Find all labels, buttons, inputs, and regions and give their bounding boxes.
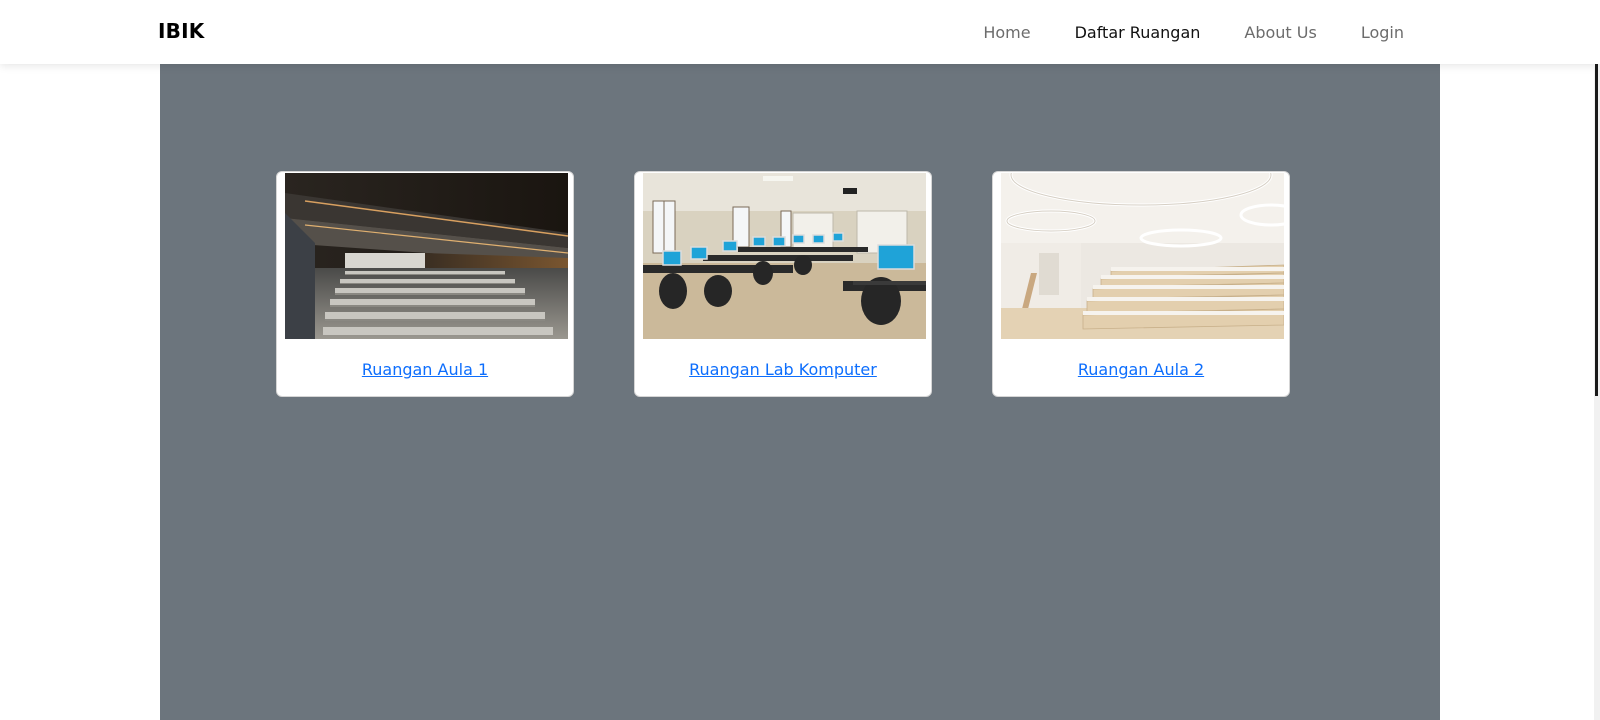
room-link-lab-komputer[interactable]: Ruangan Lab Komputer	[635, 360, 931, 379]
nav-link-home[interactable]: Home	[961, 23, 1052, 42]
navbar: IBIK Home Daftar Ruangan About Us Login	[0, 0, 1600, 64]
page-scrollbar[interactable]	[1594, 64, 1600, 720]
room-list-section: Ruangan Aula 1 Ruangan Lab Komputer Ruan…	[160, 64, 1440, 720]
room-image-lab-komputer[interactable]	[643, 173, 926, 339]
room-image-aula-1[interactable]	[285, 173, 568, 339]
scrollbar-thumb[interactable]	[1595, 64, 1598, 396]
nav-link-login[interactable]: Login	[1339, 23, 1426, 42]
room-image-aula-2[interactable]	[1001, 173, 1284, 339]
nav-link-about-us[interactable]: About Us	[1222, 23, 1338, 42]
room-card-aula-2: Ruangan Aula 2	[992, 171, 1290, 397]
nav-link-daftar-ruangan[interactable]: Daftar Ruangan	[1053, 23, 1223, 42]
room-card-lab-komputer: Ruangan Lab Komputer	[634, 171, 932, 397]
room-card-aula-1: Ruangan Aula 1	[276, 171, 574, 397]
brand-logo[interactable]: IBIK	[158, 19, 204, 43]
room-link-aula-2[interactable]: Ruangan Aula 2	[993, 360, 1289, 379]
nav-menu: Home Daftar Ruangan About Us Login	[961, 0, 1426, 64]
room-link-aula-1[interactable]: Ruangan Aula 1	[277, 360, 573, 379]
